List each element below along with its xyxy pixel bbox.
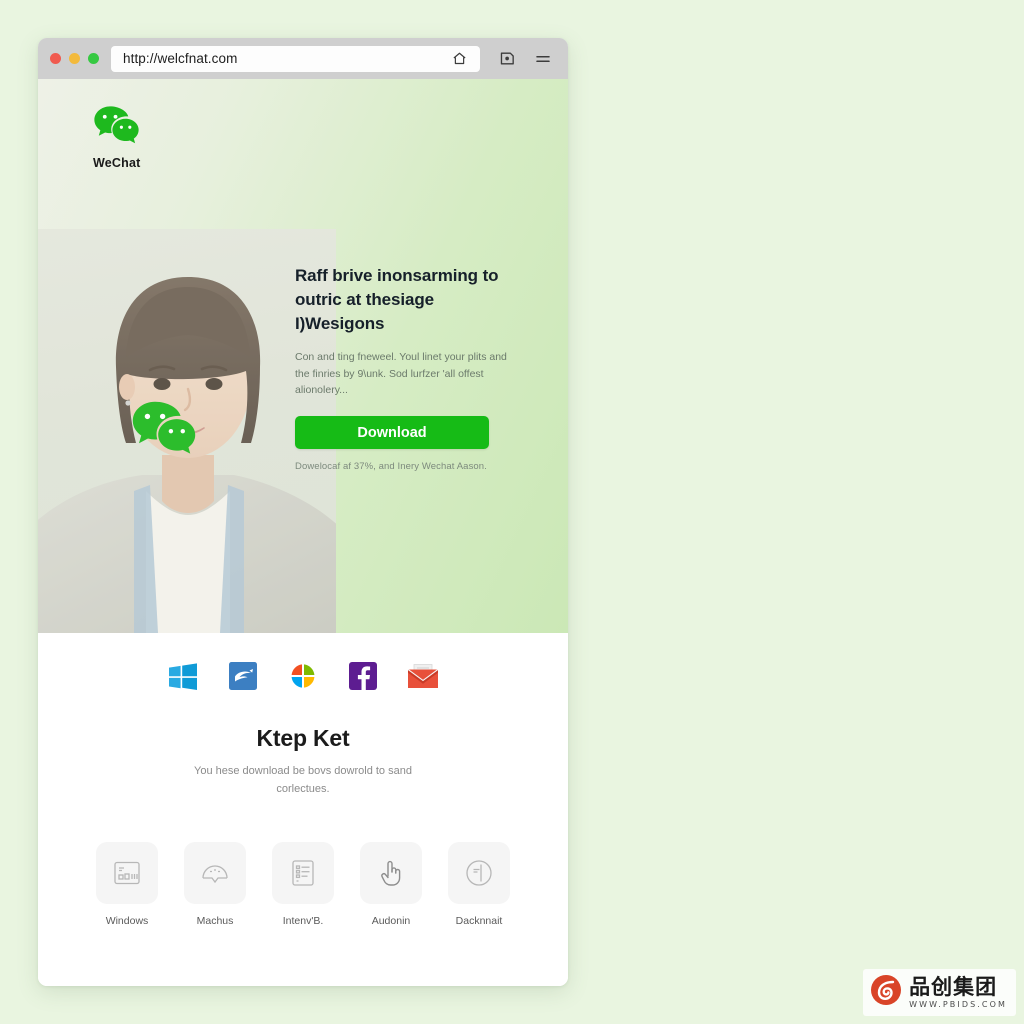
bookmark-tab-icon[interactable] [494,46,520,72]
facebook-icon[interactable] [348,661,378,691]
close-window-button[interactable] [50,53,61,64]
list-item[interactable]: Dacknnait [448,842,510,927]
blue-app-icon[interactable] [228,661,258,691]
card-label: Audonin [371,915,411,928]
hero-headline-line1: Raff brive inonsarming to [295,266,499,285]
home-icon[interactable] [446,46,472,72]
circle-pointer-icon [448,842,510,905]
window-traffic-lights [50,53,99,64]
browser-window: http://welcfnat.com WeChat Raff brive in… [38,38,568,986]
section-subtitle-line1: You hese download be bovs dowrold to [194,765,386,777]
hero-copy: Raff brive inonsarming to outric at thes… [295,264,523,472]
feature-card-row: Windows Machus Intenv'B. Audonin Dacknna… [38,842,568,927]
url-text: http://welcfnat.com [123,51,238,66]
browser-toolbar-actions [494,46,556,72]
card-label: Dacknnait [455,915,503,928]
download-button[interactable]: Download [295,415,489,449]
address-bar[interactable]: http://welcfnat.com [111,45,480,72]
windows-logo-icon[interactable] [168,661,198,691]
watermark-brand: 品创集团 [909,974,998,999]
pointing-hand-icon [360,842,422,905]
watermark-text: 品创集团 WWW.PBIDS.COM [909,974,1007,1009]
hero-headline-line2: outric at thesiage I)Wesigons [295,290,434,334]
maximize-window-button[interactable] [88,53,99,64]
browser-titlebar: http://welcfnat.com [38,38,568,79]
list-item[interactable]: Windows [96,842,158,927]
list-item[interactable]: Intenv'B. [272,842,334,927]
page-content: WeChat Raff brive inonsarming to outric … [38,79,568,986]
download-note: Dowelocaf af 37%, and Inery Wechat Aason… [295,460,487,472]
list-item[interactable]: Machus [184,842,246,927]
section-subtitle: You hese download be bovs dowrold to san… [186,763,421,798]
dashboard-panel-icon [96,842,158,905]
hero-portrait-photo [38,229,336,633]
arc-fan-icon [184,842,246,905]
card-label: Intenv'B. [282,915,324,928]
list-item[interactable]: Audonin [360,842,422,927]
hero-headline: Raff brive inonsarming to outric at thes… [295,264,523,336]
card-label: Machus [196,915,234,928]
document-list-icon [272,842,334,905]
pinwheel-icon[interactable] [288,661,318,691]
minimize-window-button[interactable] [69,53,80,64]
watermark-url: WWW.PBIDS.COM [909,999,1007,1009]
wechat-logo-icon [93,106,140,150]
site-brand[interactable]: WeChat [93,104,141,170]
card-label: Windows [105,915,149,928]
hero-subcopy: Con and ting fneweel. Youl linet your pl… [295,351,507,397]
section-title: Ktep Ket [256,725,350,751]
mail-envelope-icon[interactable] [408,661,438,691]
leaf-swirl-logo-icon [870,974,902,1011]
platform-icon-row [38,661,568,691]
hamburger-menu-icon[interactable] [530,46,556,72]
hero-section: WeChat Raff brive inonsarming to outric … [38,79,568,633]
platform-section: Ktep Ket You hese download be bovs dowro… [38,633,568,928]
watermark: 品创集团 WWW.PBIDS.COM [863,969,1016,1016]
brand-name: WeChat [93,156,141,170]
